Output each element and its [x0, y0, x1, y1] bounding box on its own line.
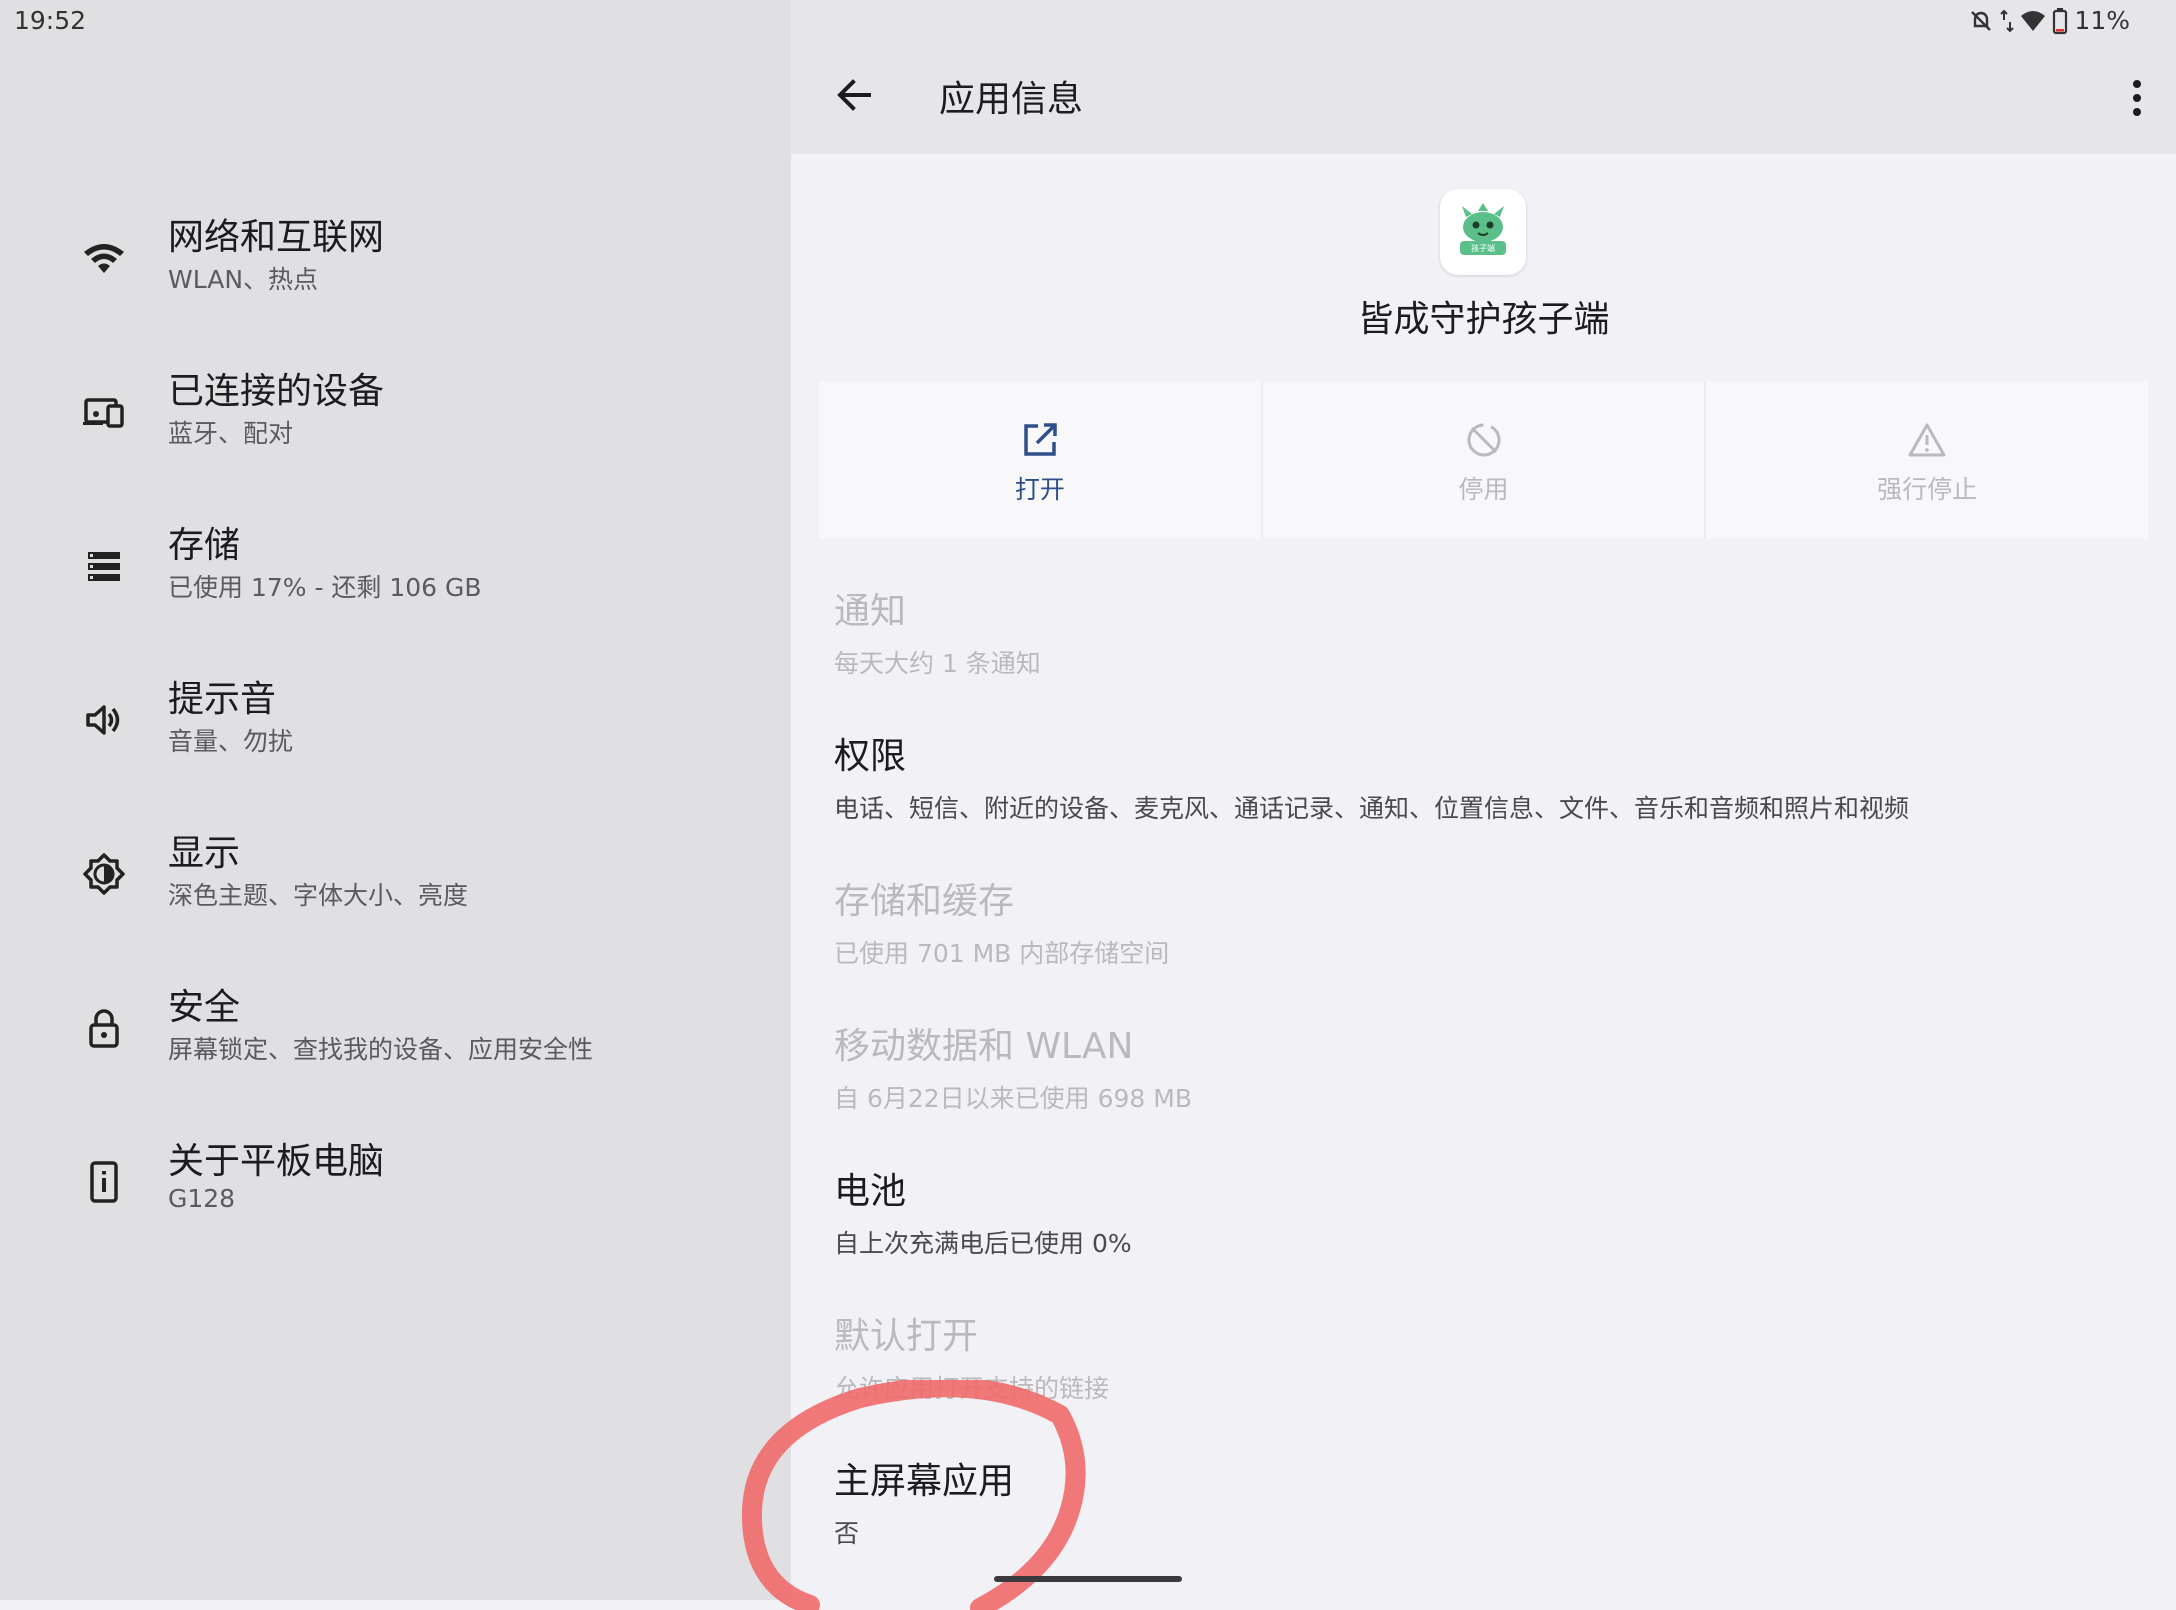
sound-icon	[86, 705, 120, 735]
data-arrows-icon	[2000, 9, 2015, 32]
pref-summary: 每天大约 1 条通知	[834, 649, 1041, 678]
pref-summary: 电话、短信、附近的设备、麦克风、通话记录、通知、位置信息、文件、音乐和音频和照片…	[834, 794, 1910, 823]
settings-item-storage[interactable]: 存储 已使用 17% - 还剩 106 GB	[0, 516, 791, 636]
settings-item-title: 已连接的设备	[168, 371, 385, 412]
settings-item-title: 提示音	[168, 679, 277, 720]
pref-title: 移动数据和 WLAN	[834, 1026, 1134, 1067]
disable-button-label: 停用	[1458, 475, 1509, 504]
settings-item-title: 安全	[168, 987, 241, 1028]
app-icon-label: 孩子端	[1471, 243, 1495, 253]
warning-icon	[1908, 423, 1946, 457]
battery-percent: 11%	[2074, 6, 2130, 35]
app-icon: 孩子端	[1440, 189, 1526, 275]
open-button[interactable]: 打开	[819, 382, 1263, 538]
settings-item-subtitle: 屏幕锁定、查找我的设备、应用安全性	[168, 1035, 594, 1064]
force-stop-button-label: 强行停止	[1877, 475, 1978, 504]
pref-battery[interactable]: 电池 自上次充满电后已使用 0%	[834, 1162, 2134, 1260]
settings-item-title: 网络和互联网	[168, 217, 385, 258]
more-options-icon[interactable]	[2128, 78, 2146, 118]
pref-summary: 自 6月22日以来已使用 698 MB	[834, 1084, 1192, 1113]
storage-icon	[88, 552, 120, 581]
pref-title: 电池	[834, 1171, 907, 1212]
back-arrow-icon[interactable]	[829, 70, 879, 120]
settings-item-subtitle: 深色主题、字体大小、亮度	[168, 881, 469, 910]
settings-item-title: 关于平板电脑	[168, 1141, 385, 1182]
settings-item-connected-devices[interactable]: 已连接的设备 蓝牙、配对	[0, 362, 791, 482]
wifi-icon	[84, 244, 124, 273]
pref-notifications[interactable]: 通知 每天大约 1 条通知	[834, 582, 2134, 680]
action-buttons-row: 打开 停用 强行停止	[819, 382, 2148, 538]
tablet-info-icon	[90, 1161, 118, 1203]
pref-permissions[interactable]: 权限 电话、短信、附近的设备、麦克风、通话记录、通知、位置信息、文件、音乐和音频…	[834, 727, 2134, 825]
pref-title: 权限	[834, 736, 907, 777]
page-title: 应用信息	[939, 79, 1084, 120]
pref-title: 存储和缓存	[834, 881, 1015, 922]
settings-panel: 19:52 网络和互联网 WLAN、热点 已连接的设备 蓝牙、配对 存储 已使用…	[0, 0, 791, 1600]
settings-item-subtitle: 音量、勿扰	[168, 727, 294, 756]
settings-item-subtitle: 已使用 17% - 还剩 106 GB	[168, 573, 482, 602]
settings-item-subtitle: 蓝牙、配对	[168, 419, 294, 448]
app-name: 皆成守护孩子端	[1357, 299, 1610, 340]
pref-title: 默认打开	[834, 1316, 979, 1357]
status-icons: 11%	[1968, 6, 2130, 35]
pref-storage-cache[interactable]: 存储和缓存 已使用 701 MB 内部存储空间	[834, 872, 2134, 970]
settings-item-about-tablet[interactable]: 关于平板电脑 G128	[0, 1132, 791, 1252]
pref-summary: 已使用 701 MB 内部存储空间	[834, 939, 1170, 968]
connected-devices-icon	[83, 398, 124, 428]
notifications-off-icon	[1971, 10, 1992, 31]
force-stop-button[interactable]: 强行停止	[1706, 382, 2148, 538]
settings-item-security[interactable]: 安全 屏幕锁定、查找我的设备、应用安全性	[0, 978, 791, 1098]
display-icon	[83, 853, 125, 895]
pref-summary: 自上次充满电后已使用 0%	[834, 1229, 1132, 1258]
settings-item-network[interactable]: 网络和互联网 WLAN、热点	[0, 208, 791, 328]
app-logo-icon: 孩子端	[1460, 203, 1506, 255]
gesture-nav-handle[interactable]	[994, 1576, 1182, 1582]
lock-icon	[89, 1009, 119, 1048]
settings-item-sound[interactable]: 提示音 音量、勿扰	[0, 670, 791, 790]
disable-icon	[1467, 423, 1500, 457]
status-time: 19:52	[14, 6, 87, 35]
settings-item-subtitle: WLAN、热点	[168, 265, 319, 294]
settings-item-display[interactable]: 显示 深色主题、字体大小、亮度	[0, 824, 791, 944]
pref-title: 通知	[834, 591, 907, 632]
wifi-signal-icon	[2021, 10, 2046, 31]
top-app-bar: 11% 应用信息	[791, 0, 2176, 154]
settings-item-title: 存储	[168, 525, 241, 566]
settings-item-subtitle: G128	[168, 1184, 236, 1213]
open-in-new-icon	[1024, 423, 1057, 456]
disable-button[interactable]: 停用	[1263, 382, 1707, 538]
battery-icon	[2053, 7, 2068, 34]
settings-item-title: 显示	[168, 833, 241, 874]
app-info-panel: 11% 应用信息 孩子端 皆成守护孩子端 打开 停用 强行停止 通知 每天大约 …	[791, 0, 2176, 1600]
open-button-label: 打开	[1014, 475, 1065, 504]
pref-mobile-data-wlan[interactable]: 移动数据和 WLAN 自 6月22日以来已使用 698 MB	[834, 1017, 2134, 1115]
